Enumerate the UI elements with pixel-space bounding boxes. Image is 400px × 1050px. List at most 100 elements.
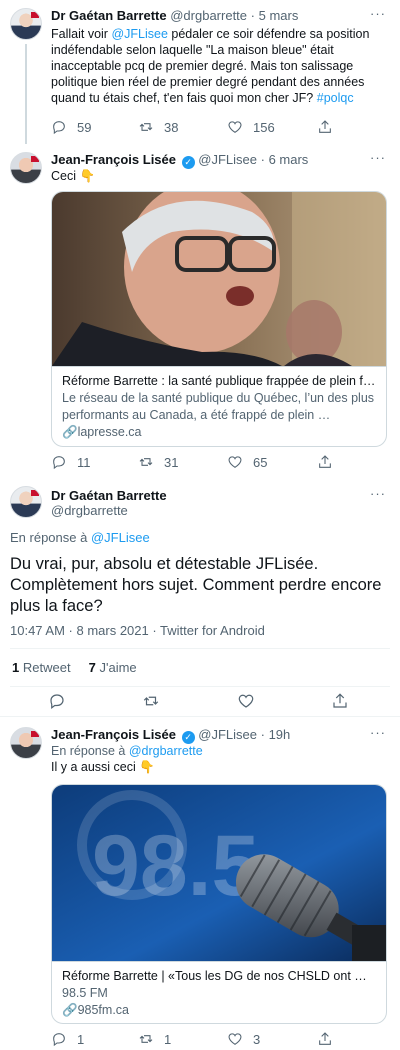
author-name[interactable]: Jean-François Lisée xyxy=(51,727,176,742)
author-name[interactable]: Dr Gaétan Barrette xyxy=(51,8,167,23)
share-button[interactable] xyxy=(317,119,333,135)
divider xyxy=(10,648,390,649)
retweet-button[interactable]: 38 xyxy=(138,119,178,135)
like-count: 65 xyxy=(253,454,268,470)
card-body: Réforme Barrette : la santé publique fra… xyxy=(52,366,386,446)
retweet-count: 31 xyxy=(164,454,179,470)
card-title: Réforme Barrette | «Tous les DG de nos C… xyxy=(62,969,367,983)
link-icon: 🔗 xyxy=(62,1003,78,1017)
tweet-time[interactable]: 6 mars xyxy=(269,152,309,167)
more-options-icon[interactable]: ··· xyxy=(370,486,386,501)
separator: · xyxy=(260,152,265,167)
tweet-text: Du vrai, pur, absolu et détestable JFLis… xyxy=(10,555,382,615)
reply-prefix: En réponse à xyxy=(10,530,91,545)
avatar[interactable] xyxy=(10,486,42,518)
reply-button[interactable]: 59 xyxy=(51,119,91,135)
share-icon[interactable] xyxy=(331,692,349,710)
more-options-icon[interactable]: ··· xyxy=(370,150,386,165)
separator: · xyxy=(260,727,265,742)
like-button[interactable]: 156 xyxy=(227,119,275,135)
mention-link[interactable]: @drgbarrette xyxy=(129,744,203,758)
share-button[interactable] xyxy=(317,454,333,470)
like-count: 3 xyxy=(253,1031,261,1047)
tweet-actions: 1 1 3 xyxy=(51,1031,380,1049)
tweet-actions: 11 31 65 xyxy=(51,454,380,472)
card-domain: 🔗985fm.ca xyxy=(62,1002,376,1019)
thread-line xyxy=(25,44,27,144)
author-name[interactable]: Dr Gaétan Barrette xyxy=(51,488,364,503)
photo-illustration xyxy=(52,192,386,366)
author-handle[interactable]: @JFLisee xyxy=(198,152,257,167)
tweet-header: Dr Gaétan Barrette @drgbarrette · 5 mars xyxy=(51,8,364,23)
heart-icon xyxy=(228,1033,242,1045)
reply-button[interactable]: 1 xyxy=(51,1031,84,1047)
tweet-barrette-1[interactable]: Dr Gaétan Barrette @drgbarrette · 5 mars… xyxy=(0,0,400,146)
tweet-timestamp[interactable]: 10:47 AM · 8 mars 2021 · Twitter for And… xyxy=(10,623,265,638)
more-options-icon[interactable]: ··· xyxy=(370,725,386,740)
card-domain-text: 985fm.ca xyxy=(77,1003,129,1017)
card-description: Le réseau de la santé publique du Québec… xyxy=(62,391,375,422)
retweet-icon[interactable] xyxy=(142,692,160,710)
link-card[interactable]: 98.5 Réforme Barrette | «Tous les DG de … xyxy=(51,784,387,1024)
author-name[interactable]: Jean-François Lisée xyxy=(51,152,176,167)
tweet-text: Il y a aussi ceci 👇 xyxy=(51,760,155,774)
tweet-actions: 59 38 156 xyxy=(51,119,380,137)
share-icon xyxy=(319,455,331,468)
share-button[interactable] xyxy=(317,1031,333,1047)
reply-icon xyxy=(53,1033,65,1047)
like-button[interactable]: 3 xyxy=(227,1031,260,1047)
author-handle[interactable]: @drgbarrette xyxy=(170,8,247,23)
avatar[interactable] xyxy=(10,152,42,184)
avatar[interactable] xyxy=(10,8,42,40)
reply-icon xyxy=(53,456,65,470)
mention-link[interactable]: @JFLisee xyxy=(111,27,167,41)
heart-icon xyxy=(228,121,242,133)
divider xyxy=(10,686,390,687)
retweet-stat[interactable]: 1 Retweet xyxy=(12,660,71,675)
avatar[interactable] xyxy=(10,727,42,759)
retweet-button[interactable]: 31 xyxy=(138,454,178,470)
separator: · xyxy=(250,8,255,23)
tweet-time[interactable]: 5 mars xyxy=(259,8,299,23)
heart-icon[interactable] xyxy=(237,692,255,710)
card-description: 98.5 FM xyxy=(62,986,108,1000)
reply-prefix: En réponse à xyxy=(51,744,129,758)
more-options-icon[interactable]: ··· xyxy=(370,6,386,21)
retweet-button[interactable]: 1 xyxy=(138,1031,171,1047)
card-image: 98.5 xyxy=(52,785,386,961)
share-icon xyxy=(319,120,331,133)
card-domain: 🔗lapresse.ca xyxy=(62,424,376,441)
like-count: 156 xyxy=(253,119,275,135)
reply-count: 11 xyxy=(77,454,91,470)
share-icon xyxy=(319,1032,331,1045)
tweet-lisee-1[interactable]: Jean-François Lisée ✓ @JFLisee · 6 mars … xyxy=(0,146,400,476)
reply-icon xyxy=(53,121,65,135)
reply-context: En réponse à @drgbarrette xyxy=(51,743,386,759)
hashtag-link[interactable]: #polqc xyxy=(317,91,354,105)
like-stat-count: 7 xyxy=(88,660,96,675)
retweet-count: 1 xyxy=(164,1031,172,1047)
retweet-icon xyxy=(139,123,153,131)
card-title: Réforme Barrette : la santé publique fra… xyxy=(62,374,376,388)
photo-illustration: 98.5 xyxy=(52,785,386,961)
retweet-count: 38 xyxy=(164,119,179,135)
retweet-icon xyxy=(139,458,153,466)
reply-button[interactable]: 11 xyxy=(51,454,91,470)
link-card[interactable]: Réforme Barrette : la santé publique fra… xyxy=(51,191,387,447)
like-button[interactable]: 65 xyxy=(227,454,267,470)
tweet-lisee-reply[interactable]: Jean-François Lisée ✓ @JFLisee · 19h ···… xyxy=(0,717,400,1050)
author-handle[interactable]: @drgbarrette xyxy=(51,503,364,518)
mention-link[interactable]: @JFLisee xyxy=(91,530,150,545)
tweet-text: Ceci 👇 xyxy=(51,169,96,183)
tweet-text-part: Fallait voir xyxy=(51,27,112,41)
tweet-header: Jean-François Lisée ✓ @JFLisee · 19h xyxy=(51,727,364,744)
tweet-time[interactable]: 19h xyxy=(269,727,291,742)
card-domain-text: lapresse.ca xyxy=(77,425,142,439)
heart-icon xyxy=(228,456,242,468)
author-handle[interactable]: @JFLisee xyxy=(198,727,257,742)
like-stat-label: J'aime xyxy=(99,660,137,675)
tweet-header: Dr Gaétan Barrette @drgbarrette xyxy=(51,488,364,518)
reply-icon[interactable] xyxy=(48,692,66,710)
like-stat[interactable]: 7 J'aime xyxy=(89,660,137,675)
tweet-actions xyxy=(0,692,400,712)
